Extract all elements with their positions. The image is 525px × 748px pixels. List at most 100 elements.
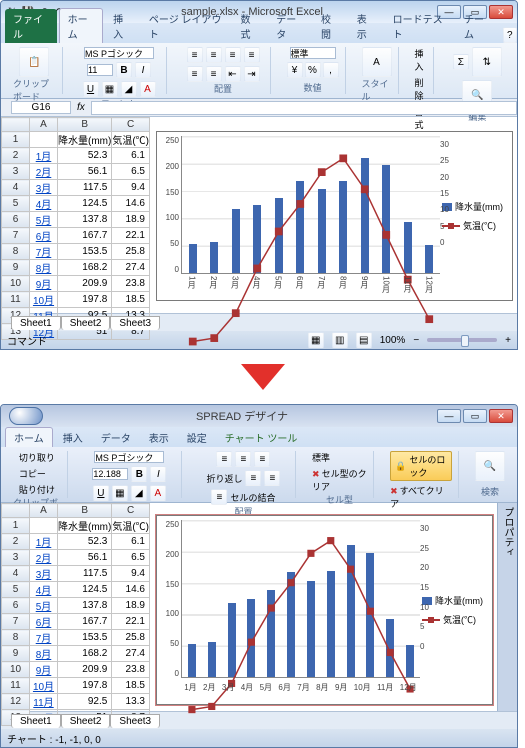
month-link[interactable]: 6月 (36, 618, 52, 629)
tab-loadtest[interactable]: ロードテスト (385, 9, 454, 43)
italic-button[interactable]: I (150, 466, 166, 482)
indent-inc-button[interactable]: ⇥ (244, 66, 260, 82)
row-header[interactable]: 7 (2, 228, 30, 244)
underline-button[interactable]: U (83, 81, 99, 97)
row-header[interactable]: 3 (2, 550, 30, 566)
sheet-tab-1[interactable]: Sheet1 (11, 714, 61, 728)
number-format-select[interactable] (290, 47, 336, 59)
row-header[interactable]: 3 (2, 164, 30, 180)
row-header[interactable]: 1 (2, 132, 30, 148)
month-link[interactable]: 5月 (36, 216, 52, 227)
zoom-slider[interactable] (427, 338, 497, 342)
wrap-button[interactable]: 折り返し (206, 472, 242, 485)
month-link[interactable]: 11月 (33, 698, 53, 709)
tab-formulas[interactable]: 数式 (232, 9, 266, 43)
row-header[interactable]: 11 (2, 678, 30, 694)
font-name-select[interactable] (84, 47, 154, 59)
tab-home[interactable]: ホーム (5, 427, 53, 447)
cells-insert-button[interactable]: 挿入 (415, 47, 427, 73)
row-header[interactable]: 12 (2, 694, 30, 710)
align-center-button[interactable]: ≡ (264, 470, 280, 486)
month-link[interactable]: 8月 (36, 650, 52, 661)
align-right-button[interactable]: ≡ (211, 489, 227, 505)
border-button[interactable]: ▦ (102, 81, 118, 97)
month-link[interactable]: 5月 (36, 602, 52, 613)
align-bot-button[interactable]: ≡ (225, 47, 241, 63)
sheet-tab-1[interactable]: Sheet1 (11, 316, 61, 330)
row-header[interactable]: 4 (2, 566, 30, 582)
tab-charttools[interactable]: チャート ツール (217, 428, 306, 447)
comma-button[interactable]: , (323, 62, 339, 78)
row-header[interactable]: 10 (2, 276, 30, 292)
row-header[interactable]: 6 (2, 212, 30, 228)
percent-button[interactable]: % (305, 62, 321, 78)
tab-insert[interactable]: 挿入 (105, 9, 139, 43)
row-header[interactable]: 5 (2, 196, 30, 212)
paste-button[interactable]: 📋 (19, 47, 49, 77)
month-link[interactable]: 7月 (36, 248, 52, 259)
month-link[interactable]: 9月 (36, 666, 52, 677)
month-link[interactable]: 2月 (36, 554, 52, 565)
month-link[interactable]: 10月 (33, 296, 54, 307)
italic-button[interactable]: I (135, 62, 151, 78)
spread-orb-button[interactable] (9, 407, 43, 425)
month-link[interactable]: 1月 (36, 538, 52, 549)
tab-data[interactable]: データ (268, 9, 311, 43)
minimize-button[interactable]: — (437, 409, 461, 423)
std-celltype-button[interactable]: 標準 (312, 451, 330, 464)
align-right-button[interactable]: ≡ (206, 66, 222, 82)
row-header[interactable]: 9 (2, 260, 30, 276)
tab-review[interactable]: 校閲 (313, 9, 347, 43)
month-link[interactable]: 8月 (36, 264, 52, 275)
row-header[interactable]: 8 (2, 630, 30, 646)
maximize-button[interactable]: ▭ (463, 409, 487, 423)
clear-all-button[interactable]: すべてクリア (390, 484, 452, 510)
month-link[interactable]: 9月 (36, 280, 52, 291)
sheet-tab-3[interactable]: Sheet3 (110, 714, 160, 728)
month-link[interactable]: 4月 (36, 586, 52, 597)
align-top-button[interactable]: ≡ (187, 47, 203, 63)
month-link[interactable]: 3月 (36, 570, 52, 581)
align-mid-button[interactable]: ≡ (235, 451, 251, 467)
copy-button[interactable]: コピー (19, 467, 46, 480)
row-header[interactable]: 1 (2, 518, 30, 534)
row-header[interactable]: 7 (2, 614, 30, 630)
autosum-button[interactable]: Σ (453, 54, 469, 70)
row-header[interactable]: 11 (2, 292, 30, 308)
row-header[interactable]: 6 (2, 598, 30, 614)
merge-button[interactable]: セルの結合 (230, 491, 275, 504)
tab-insert[interactable]: 挿入 (55, 428, 91, 447)
cut-button[interactable]: 切り取り (19, 451, 55, 464)
align-bot-button[interactable]: ≡ (254, 451, 270, 467)
font-color-button[interactable]: A (150, 485, 166, 501)
row-header[interactable]: 5 (2, 582, 30, 598)
fill-color-button[interactable]: ◢ (131, 485, 147, 501)
lock-cell-button[interactable]: 🔒セルのロック (390, 451, 452, 481)
month-link[interactable]: 7月 (36, 634, 52, 645)
properties-sidebar[interactable]: プロパティ (497, 503, 517, 711)
row-header[interactable]: 2 (2, 148, 30, 164)
bold-button[interactable]: B (131, 466, 147, 482)
font-name-select[interactable] (94, 451, 164, 463)
name-box[interactable] (11, 101, 71, 114)
tab-pagelayout[interactable]: ページ レイアウト (141, 9, 231, 43)
tab-data[interactable]: データ (93, 428, 139, 447)
col-header[interactable]: C (112, 504, 150, 518)
tab-view[interactable]: 表示 (141, 428, 177, 447)
align-left-button[interactable]: ≡ (244, 47, 260, 63)
fx-icon[interactable]: fx (71, 102, 91, 113)
col-header[interactable]: B (58, 118, 112, 132)
underline-button[interactable]: U (93, 485, 109, 501)
tab-settings[interactable]: 設定 (179, 428, 215, 447)
col-header[interactable]: A (30, 504, 58, 518)
row-header[interactable]: 9 (2, 646, 30, 662)
cells-delete-button[interactable]: 削除 (415, 76, 427, 102)
tab-team[interactable]: チーム (456, 9, 498, 43)
sort-filter-button[interactable]: ⇅ (472, 47, 502, 77)
font-size-select[interactable] (87, 64, 113, 76)
sheet-tab-2[interactable]: Sheet2 (61, 316, 111, 330)
row-header[interactable]: 2 (2, 534, 30, 550)
sheet-tab-3[interactable]: Sheet3 (110, 316, 160, 330)
tab-view[interactable]: 表示 (349, 9, 383, 43)
col-header[interactable]: B (58, 504, 112, 518)
